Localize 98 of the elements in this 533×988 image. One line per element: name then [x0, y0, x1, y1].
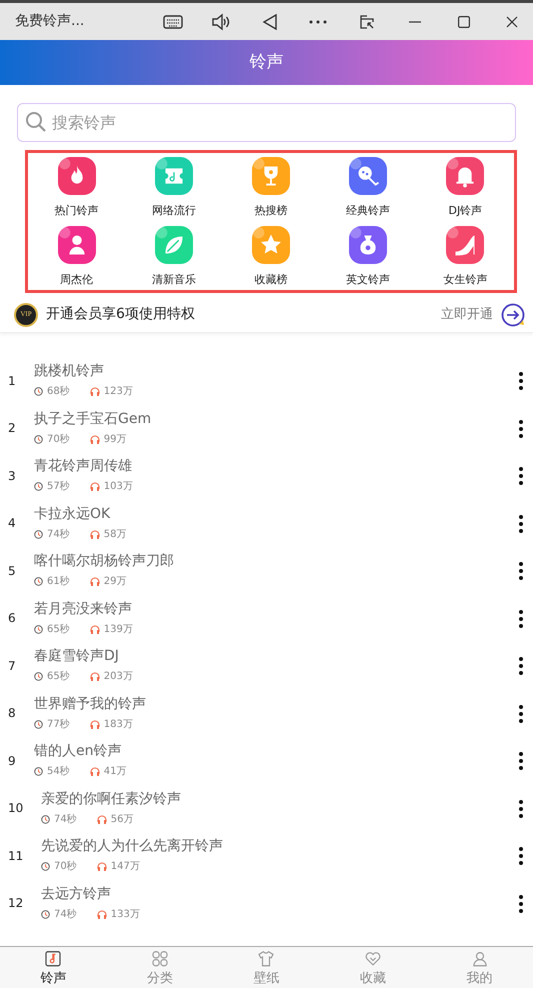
headphones-icon: [90, 577, 100, 586]
window-title: 免费铃声...: [14, 12, 86, 31]
nav-tab[interactable]: 铃声: [0, 947, 107, 988]
play-count: 147万: [110, 860, 140, 874]
category-button[interactable]: 清新音乐: [125, 226, 222, 288]
ringtone-title[interactable]: 去远方铃声: [41, 884, 517, 904]
play-count: 58万: [104, 528, 126, 542]
category-button[interactable]: 热门铃声: [28, 157, 126, 220]
play-count: 123万: [104, 385, 133, 400]
duration-text: 68秒: [47, 384, 70, 400]
clock-icon: [34, 530, 43, 539]
clock-icon: [34, 672, 43, 682]
rank-number: 3: [8, 468, 17, 485]
rank-number: 11: [8, 848, 24, 865]
ringtone-title[interactable]: 跳楼机铃声: [34, 362, 517, 382]
play-count: 56万: [110, 812, 134, 827]
ringtone-title[interactable]: 青花铃声周传雄: [34, 457, 517, 476]
duration-text: 74秒: [54, 908, 77, 922]
clock-icon: [41, 862, 50, 872]
headphones-icon: [90, 767, 100, 776]
headphones-icon: [96, 910, 107, 919]
nav-tab[interactable]: 收藏: [320, 947, 426, 988]
headphones-icon: [96, 862, 107, 872]
headphones-icon: [90, 434, 100, 444]
search-field[interactable]: 搜索铃声: [17, 103, 516, 142]
play-count: 41万: [104, 765, 126, 780]
duration-text: 61秒: [47, 574, 70, 590]
ringtone-title[interactable]: 世界赠予我的铃声: [34, 694, 517, 714]
ringtone-title[interactable]: 错的人en铃声: [34, 742, 517, 762]
ringtone-title[interactable]: 先说爱的人为什么先离开铃声: [41, 837, 517, 856]
category-button[interactable]: 网络流行: [125, 157, 222, 220]
headphones-icon: [96, 814, 107, 824]
play-count: 139万: [104, 622, 133, 637]
duration-text: 54秒: [47, 764, 70, 780]
play-count: 99万: [104, 432, 126, 447]
rank-number: 5: [8, 562, 17, 580]
search-icon: [25, 111, 47, 133]
play-count: 133万: [110, 908, 140, 922]
category-button[interactable]: 经典铃声: [320, 157, 417, 220]
arrow-right-icon[interactable]: [501, 302, 525, 326]
grid-icon: [150, 950, 170, 968]
ringtone-title[interactable]: 喀什噶尔胡杨铃声刀郎: [34, 552, 517, 572]
headphones-icon: [90, 672, 100, 682]
category-button[interactable]: 英文铃声: [320, 226, 417, 288]
nav-tab[interactable]: 我的: [426, 947, 533, 988]
play-count: 183万: [104, 718, 133, 732]
headphones-icon: [90, 482, 100, 492]
page-title: 铃声: [250, 50, 284, 74]
category-button[interactable]: DJ铃声: [416, 157, 514, 220]
clock-icon: [34, 577, 43, 586]
duration-text: 65秒: [47, 670, 70, 684]
play-count: 203万: [104, 670, 133, 684]
rank-number: 10: [8, 800, 24, 818]
headphones-icon: [90, 387, 100, 396]
activate-link[interactable]: 立即开通: [441, 304, 493, 324]
ringtone-title[interactable]: 卡拉永远OK: [34, 504, 517, 524]
rank-number: 9: [8, 752, 17, 770]
nav-tab[interactable]: 壁纸: [213, 947, 320, 988]
play-count: 103万: [104, 480, 133, 494]
rank-number: 2: [8, 420, 17, 438]
clock-icon: [34, 387, 43, 396]
clock-icon: [34, 624, 43, 634]
duration-text: 57秒: [47, 480, 70, 494]
rank-number: 12: [8, 895, 24, 912]
headphones-icon: [90, 530, 100, 539]
clock-icon: [34, 434, 43, 444]
rank-number: 1: [8, 372, 17, 390]
clock-icon: [34, 720, 43, 729]
ringtone-title[interactable]: 若月亮没来铃声: [34, 600, 517, 619]
rank-number: 6: [8, 610, 17, 628]
vip-promo-text: 开通会员享6项使用特权: [46, 305, 196, 324]
play-count: 29万: [104, 575, 126, 590]
duration-text: 74秒: [47, 528, 70, 542]
ringtone-title[interactable]: 亲爱的你啊任素汐铃声: [41, 790, 517, 809]
ringtone-title[interactable]: 执子之手宝石Gem: [34, 410, 517, 429]
duration-text: 65秒: [47, 622, 70, 637]
rank-number: 7: [8, 658, 17, 675]
category-button[interactable]: 周杰伦: [28, 226, 126, 288]
music-note-icon: [43, 950, 64, 968]
rank-number: 4: [8, 515, 17, 532]
t-shirt-icon: [256, 950, 276, 968]
ringtone-title[interactable]: 春庭雪铃声DJ: [34, 647, 517, 666]
clock-icon: [41, 814, 50, 824]
rank-number: 8: [8, 705, 17, 722]
headphones-icon: [90, 720, 100, 729]
duration-text: 74秒: [54, 812, 77, 827]
duration-text: 70秒: [47, 432, 70, 447]
category-button[interactable]: 热搜榜: [222, 157, 320, 220]
headphones-icon: [90, 624, 100, 634]
nav-tab[interactable]: 分类: [106, 947, 214, 988]
category-button[interactable]: 收藏榜: [222, 226, 320, 288]
duration-text: 70秒: [54, 860, 77, 874]
category-button[interactable]: 女生铃声: [416, 226, 514, 288]
clock-icon: [41, 910, 50, 919]
clock-icon: [34, 767, 43, 776]
heart-icon: [363, 950, 384, 968]
clock-icon: [34, 482, 43, 492]
duration-text: 77秒: [47, 718, 70, 732]
